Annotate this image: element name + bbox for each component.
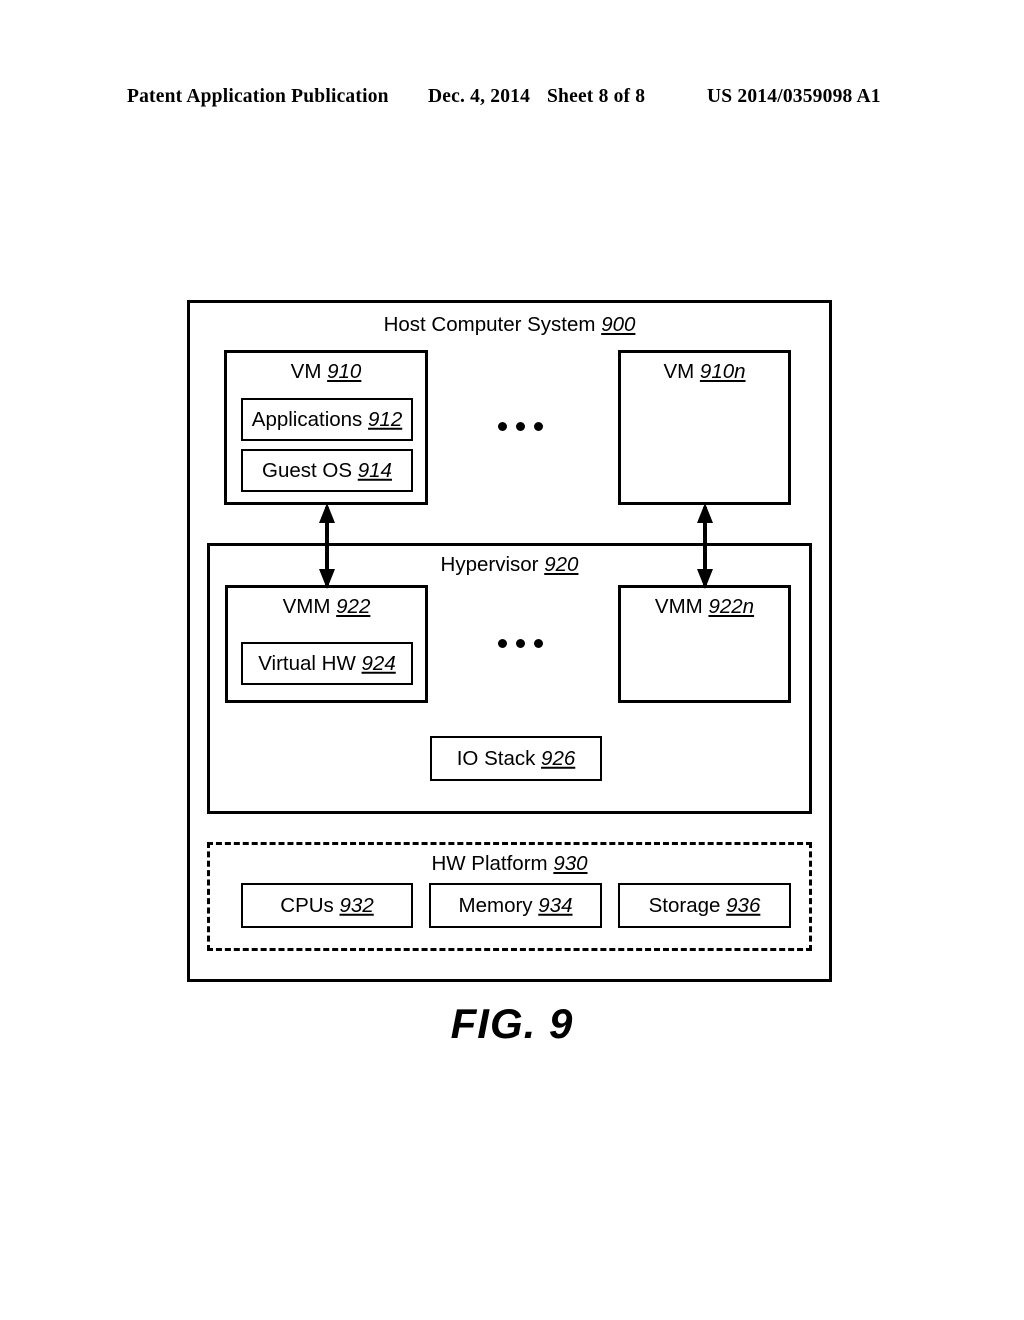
applications-912-ref: 912 [368, 407, 403, 431]
patent-page-header: Patent Application Publication Dec. 4, 2… [0, 86, 1024, 112]
vm-910n-box: VM 910n [618, 350, 791, 505]
storage-936-ref: 936 [726, 893, 761, 917]
ellipsis-dot [534, 422, 543, 431]
cpus-932-ref: 932 [339, 893, 374, 917]
storage-936-label: Storage [648, 893, 721, 917]
vm-910-title: VM 910 [227, 360, 425, 383]
vmm-922-ref: 922 [336, 595, 371, 618]
storage-936-title: Storage 936 [620, 895, 789, 916]
io-stack-926-ref: 926 [541, 746, 576, 770]
vm-910n-to-vmm-922n-arrow [697, 503, 713, 589]
guest-os-914-title: Guest OS 914 [243, 460, 411, 481]
storage-936-box: Storage 936 [618, 883, 791, 928]
vm-910n-title: VM 910n [621, 360, 788, 383]
vm-row-ellipsis [498, 422, 543, 431]
header-publication-label: Patent Application Publication [127, 86, 389, 107]
vm-910-to-vmm-922-arrow [319, 503, 335, 589]
vmm-922-label: VMM [282, 595, 331, 618]
virtual-hw-924-box: Virtual HW 924 [241, 642, 413, 685]
ellipsis-dot [498, 422, 507, 431]
figure-caption: FIG. 9 [450, 1000, 574, 1047]
vm-910-label: VM [290, 360, 322, 383]
vmm-922n-box: VMM 922n [618, 585, 791, 703]
host-computer-system-label: Host Computer System [383, 313, 596, 336]
vmm-row-ellipsis [498, 639, 543, 648]
ellipsis-dot [498, 639, 507, 648]
applications-912-title: Applications 912 [243, 409, 411, 430]
vmm-922-title: VMM 922 [228, 595, 425, 618]
memory-934-box: Memory 934 [429, 883, 602, 928]
host-computer-system-ref: 900 [601, 313, 636, 336]
ellipsis-dot [516, 422, 525, 431]
header-date-label: Dec. 4, 2014 [428, 86, 531, 107]
virtual-hw-924-ref: 924 [361, 651, 396, 675]
vmm-922n-ref: 922n [708, 595, 755, 618]
cpus-932-label: CPUs [280, 893, 334, 917]
applications-912-label: Applications [251, 407, 363, 431]
cpus-932-box: CPUs 932 [241, 883, 413, 928]
hw-platform-title: HW Platform 930 [210, 852, 809, 875]
header-sheet-label: Sheet 8 of 8 [547, 86, 646, 107]
cpus-932-title: CPUs 932 [243, 895, 411, 916]
hw-platform-label: HW Platform [431, 852, 548, 875]
guest-os-914-box: Guest OS 914 [241, 449, 413, 492]
hw-platform-ref: 930 [553, 852, 588, 875]
ellipsis-dot [534, 639, 543, 648]
hypervisor-ref: 920 [544, 553, 579, 576]
vmm-922n-label: VMM [654, 595, 703, 618]
io-stack-926-box: IO Stack 926 [430, 736, 602, 781]
vmm-922n-title: VMM 922n [621, 595, 788, 618]
virtual-hw-924-title: Virtual HW 924 [243, 653, 411, 674]
guest-os-914-ref: 914 [357, 458, 392, 482]
virtual-hw-924-label: Virtual HW [258, 651, 356, 675]
hypervisor-label: Hypervisor [440, 553, 539, 576]
guest-os-914-label: Guest OS [262, 458, 353, 482]
vm-910-ref: 910 [327, 360, 362, 383]
vm-910n-label: VM [663, 360, 695, 383]
ellipsis-dot [516, 639, 525, 648]
header-publication-number: US 2014/0359098 A1 [707, 86, 881, 107]
memory-934-label: Memory [458, 893, 533, 917]
memory-934-title: Memory 934 [431, 895, 600, 916]
host-computer-system-title: Host Computer System 900 [190, 313, 829, 336]
memory-934-ref: 934 [538, 893, 573, 917]
io-stack-926-title: IO Stack 926 [432, 748, 600, 769]
applications-912-box: Applications 912 [241, 398, 413, 441]
vm-910n-ref: 910n [699, 360, 746, 383]
io-stack-926-label: IO Stack [456, 746, 536, 770]
